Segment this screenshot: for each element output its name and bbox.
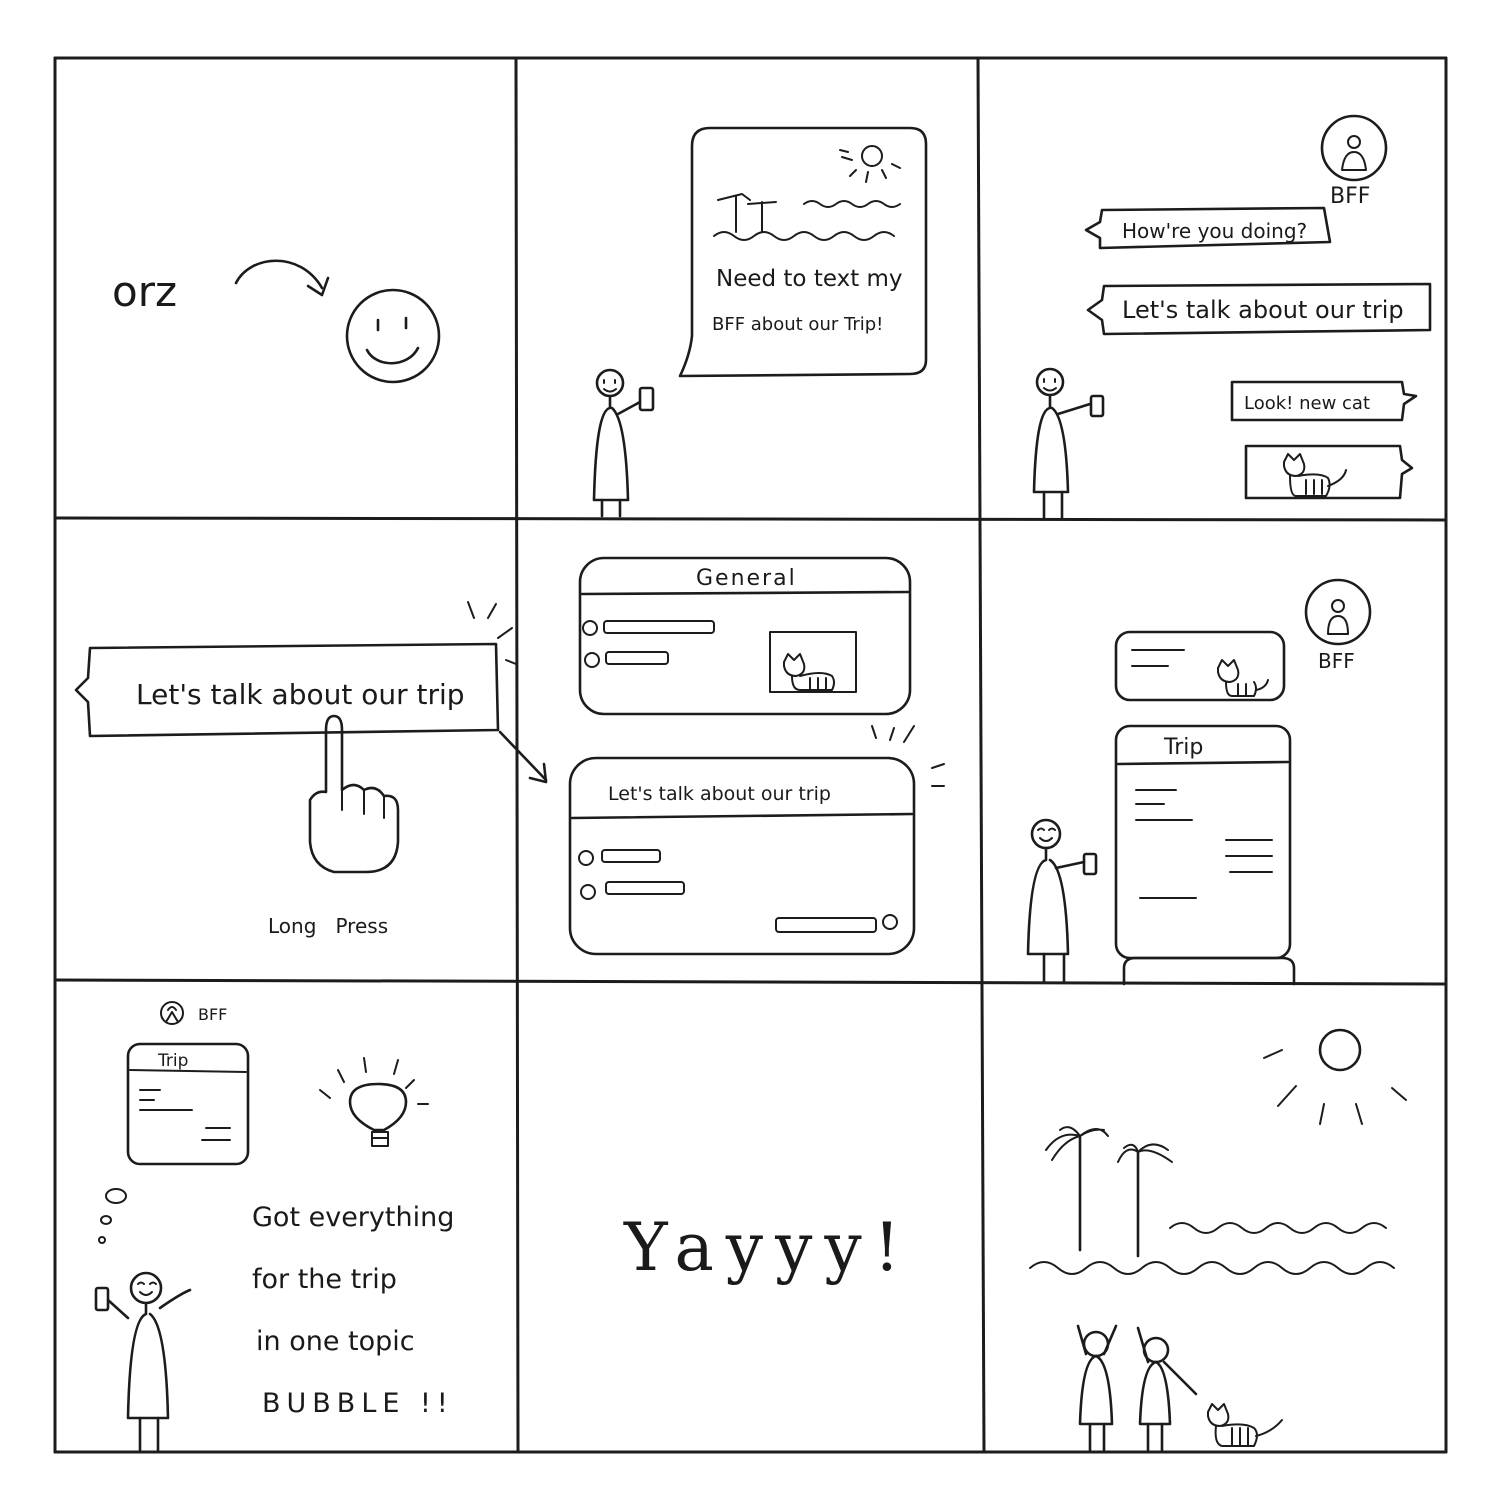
general-chat-window: General [578, 556, 912, 716]
beach-scene-icon [713, 145, 901, 241]
comic-strip: orz Need to text my BFF about our Trip! [53, 56, 1448, 1454]
pointing-hand-icon [308, 714, 400, 874]
caption-line-2: for the trip [252, 1264, 397, 1295]
long-press-caption: Long Press [268, 914, 388, 938]
panel-3: BFF How're you doing? Let's talk about o… [1032, 114, 1432, 520]
emphasis-lines-icon [871, 725, 945, 787]
cat-photo-icon [1283, 453, 1347, 497]
topic-title: Let's talk about our trip [608, 783, 831, 805]
smiling-stick-figure-with-phone [1026, 818, 1098, 984]
stick-figure-with-phone [592, 368, 655, 518]
bff-avatar-icon [160, 1001, 184, 1025]
thought-dots [98, 1188, 127, 1244]
caption-line-1: Got everything [252, 1202, 454, 1233]
trip-title: Trip [1163, 735, 1203, 760]
cat-message: Look! new cat [1244, 393, 1370, 414]
speech-line-2: BFF about our Trip! [712, 314, 883, 335]
cat-icon [1217, 659, 1269, 697]
emphasis-lines-icon [467, 601, 517, 665]
caption-line-4: BUBBLE !! [262, 1388, 454, 1419]
panel-7: BFF Trip Got everything for the trip in … [94, 1001, 454, 1452]
bff-avatar-icon [1304, 578, 1372, 646]
trip-message: Let's talk about our trip [1122, 296, 1404, 324]
bff-label: BFF [1318, 649, 1355, 673]
happy-stick-figure [94, 1271, 192, 1452]
incoming-message: How're you doing? [1122, 219, 1307, 243]
cat-photo-icon [783, 653, 835, 691]
orz-emoticon: orz [112, 267, 177, 316]
caption-line-3: in one topic [256, 1326, 415, 1357]
outgoing-photo-bubble [1244, 444, 1414, 500]
trip-topic-card: Trip [126, 1042, 250, 1166]
cat-on-leash-icon [1207, 1403, 1283, 1447]
panel-4: Let's talk about our trip Long Press [74, 601, 548, 938]
speech-line-1: Need to text my [716, 266, 903, 292]
lightbulb-idea-icon [319, 1057, 429, 1147]
trip-message: Let's talk about our trip [136, 678, 465, 711]
topic-chat-window: Let's talk about our trip [568, 756, 916, 956]
bff-label: BFF [1330, 184, 1370, 209]
cat-message-card [1114, 630, 1286, 702]
trip-title: Trip [157, 1051, 188, 1071]
curved-arrow-icon [234, 259, 330, 297]
waves-icon [1029, 1222, 1395, 1275]
yay-exclamation: Yayyy! [623, 1209, 912, 1286]
speech-bubble [678, 126, 928, 378]
stick-figure-with-phone [1032, 367, 1105, 520]
bff-avatar-icon [1320, 114, 1388, 182]
panel-9 [1029, 1028, 1407, 1452]
friends-celebrating-icon [1076, 1324, 1198, 1452]
panel-8: Yayyy! [623, 1209, 912, 1286]
panel-2: Need to text my BFF about our Trip! [592, 126, 928, 518]
panel-5: General Let's talk about our trip [568, 556, 945, 956]
bff-label: BFF [198, 1005, 227, 1024]
panel-1: orz [112, 259, 441, 384]
panel-6: BFF Trip [1026, 578, 1372, 986]
next-card-edge [1122, 956, 1296, 986]
sun-icon [1263, 1028, 1407, 1125]
general-title: General [696, 566, 797, 591]
palm-trees-icon [1045, 1126, 1173, 1258]
arrow-icon [498, 730, 548, 784]
trip-topic-window: Trip [1114, 724, 1292, 960]
smiley-face-icon [345, 288, 441, 384]
